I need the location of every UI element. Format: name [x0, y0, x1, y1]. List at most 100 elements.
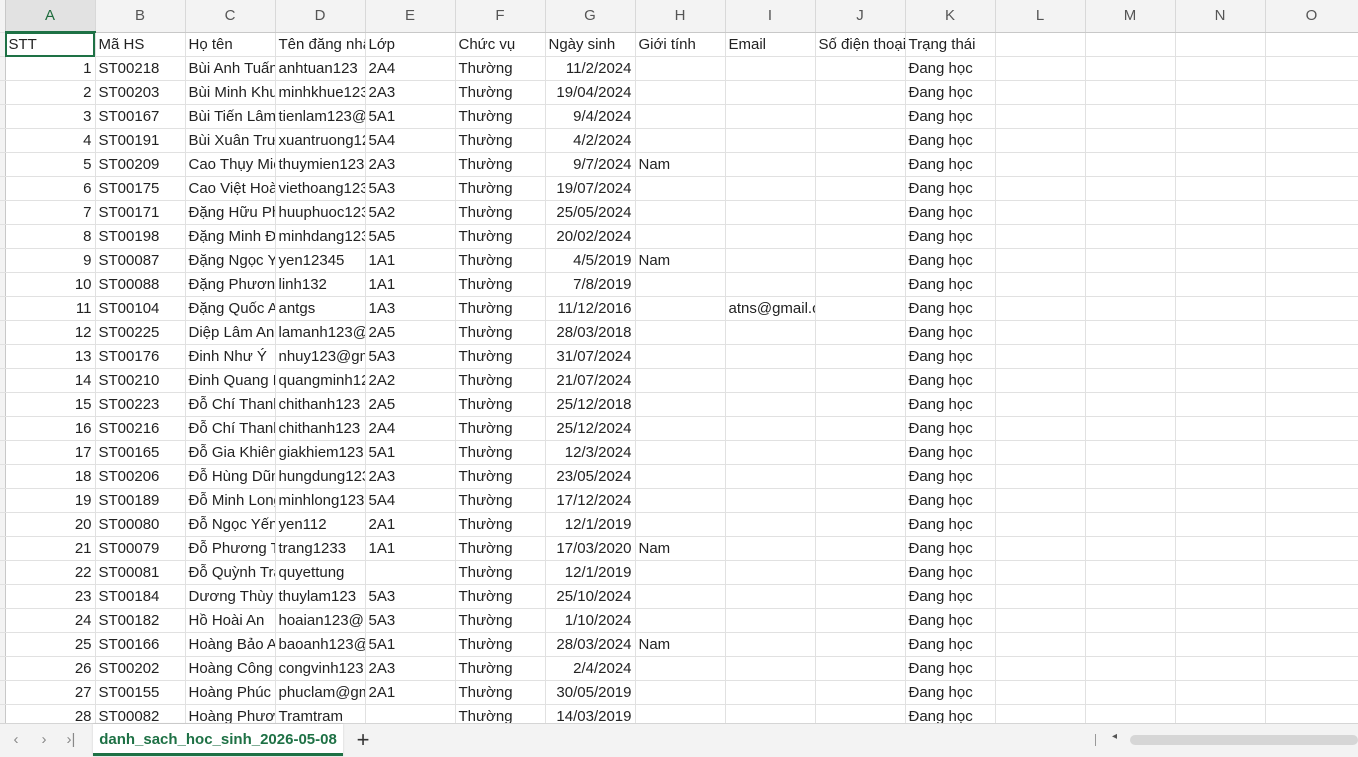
cell[interactable]: yen112 — [275, 512, 366, 537]
cell[interactable]: Đang học — [905, 368, 996, 393]
empty-cell[interactable] — [995, 464, 1086, 489]
cell[interactable] — [815, 176, 906, 201]
cell[interactable]: Thường — [455, 272, 546, 297]
cell[interactable] — [815, 272, 906, 297]
cell[interactable]: 8 — [5, 224, 96, 249]
header-cell[interactable]: Giới tính — [635, 32, 726, 57]
empty-cell[interactable] — [995, 296, 1086, 321]
prev-sheet-icon[interactable]: ‹ — [5, 729, 27, 751]
empty-cell[interactable] — [995, 560, 1086, 585]
header-cell[interactable]: Lớp — [365, 32, 456, 57]
cell[interactable]: minhlong123 — [275, 488, 366, 513]
empty-cell[interactable] — [1085, 224, 1176, 249]
sheet-grid[interactable]: ABCDEFGHIJKLMNO STT Mã HS Họ tên Tên đăng n… — [0, 0, 1358, 723]
cell[interactable]: 9/4/2024 — [545, 104, 636, 129]
empty-cell[interactable] — [1265, 296, 1358, 321]
empty-cell[interactable] — [995, 536, 1086, 561]
empty-cell[interactable] — [1265, 368, 1358, 393]
cell[interactable]: Đang học — [905, 488, 996, 513]
cell[interactable]: ST00171 — [95, 200, 186, 225]
cell[interactable] — [725, 128, 816, 153]
cell[interactable] — [365, 560, 456, 585]
cell[interactable] — [635, 608, 726, 633]
empty-cell[interactable] — [1175, 152, 1266, 177]
cell[interactable]: Đỗ Ngọc Yến — [185, 512, 276, 537]
cell[interactable]: 7 — [5, 200, 96, 225]
cell[interactable] — [815, 632, 906, 657]
empty-cell[interactable] — [1085, 560, 1176, 585]
empty-cell[interactable] — [1265, 536, 1358, 561]
cell[interactable] — [725, 512, 816, 537]
cell[interactable] — [815, 344, 906, 369]
header-cell[interactable]: Trạng thái — [905, 32, 996, 57]
cell[interactable]: lamanh123@ — [275, 320, 366, 345]
cell[interactable] — [635, 584, 726, 609]
cell[interactable]: 2A4 — [365, 56, 456, 81]
cell[interactable]: congvinh123 — [275, 656, 366, 681]
empty-cell[interactable] — [1175, 224, 1266, 249]
empty-cell[interactable] — [1265, 56, 1358, 81]
empty-cell[interactable] — [1085, 104, 1176, 129]
cell[interactable]: Thường — [455, 56, 546, 81]
empty-cell[interactable] — [995, 440, 1086, 465]
empty-cell[interactable] — [1265, 560, 1358, 585]
cell[interactable] — [725, 560, 816, 585]
cell[interactable]: nhuy123@gmail — [275, 344, 366, 369]
empty-cell[interactable] — [995, 176, 1086, 201]
cell[interactable]: ST00218 — [95, 56, 186, 81]
cell[interactable]: Đỗ Hùng Dũng — [185, 464, 276, 489]
empty-cell[interactable] — [1175, 464, 1266, 489]
cell[interactable]: Đang học — [905, 320, 996, 345]
cell[interactable]: 22 — [5, 560, 96, 585]
cell[interactable]: Đang học — [905, 704, 996, 723]
cell[interactable]: Thường — [455, 512, 546, 537]
cell[interactable]: Đỗ Minh Long — [185, 488, 276, 513]
cell[interactable]: 1A1 — [365, 536, 456, 561]
cell[interactable]: viethoang123 — [275, 176, 366, 201]
cell[interactable]: Thường — [455, 152, 546, 177]
cell[interactable] — [635, 464, 726, 489]
cell[interactable]: 1/10/2024 — [545, 608, 636, 633]
cell[interactable]: Đỗ Chí Thanh — [185, 416, 276, 441]
cell[interactable]: 4/2/2024 — [545, 128, 636, 153]
cell[interactable]: 19 — [5, 488, 96, 513]
cell[interactable] — [815, 680, 906, 705]
cell[interactable] — [635, 320, 726, 345]
empty-cell[interactable] — [1265, 584, 1358, 609]
cell[interactable] — [635, 368, 726, 393]
cell[interactable] — [815, 392, 906, 417]
cell[interactable]: Tramtram — [275, 704, 366, 723]
cell[interactable] — [725, 224, 816, 249]
cell[interactable]: 2A4 — [365, 416, 456, 441]
cell[interactable]: Thường — [455, 560, 546, 585]
cell[interactable] — [815, 200, 906, 225]
empty-cell[interactable] — [1265, 608, 1358, 633]
empty-cell[interactable] — [1085, 368, 1176, 393]
cell[interactable]: Thường — [455, 200, 546, 225]
empty-cell[interactable] — [1175, 536, 1266, 561]
empty-cell[interactable] — [995, 80, 1086, 105]
cell[interactable]: Đang học — [905, 584, 996, 609]
cell[interactable]: 5A1 — [365, 632, 456, 657]
cell[interactable] — [815, 152, 906, 177]
empty-cell[interactable] — [1265, 656, 1358, 681]
cell[interactable]: Đang học — [905, 392, 996, 417]
column-header-o[interactable]: O — [1265, 0, 1358, 33]
cell[interactable]: Đang học — [905, 200, 996, 225]
empty-cell[interactable] — [995, 344, 1086, 369]
cell[interactable]: 19/04/2024 — [545, 80, 636, 105]
cell[interactable]: 5A4 — [365, 488, 456, 513]
cell[interactable]: quyettung — [275, 560, 366, 585]
cell[interactable] — [815, 104, 906, 129]
cell[interactable]: ST00216 — [95, 416, 186, 441]
cell[interactable]: Nam — [635, 536, 726, 561]
cell[interactable]: Thường — [455, 344, 546, 369]
cell[interactable] — [815, 296, 906, 321]
cell[interactable] — [815, 656, 906, 681]
empty-cell[interactable] — [1175, 296, 1266, 321]
cell[interactable]: Đang học — [905, 176, 996, 201]
cell[interactable]: antgs — [275, 296, 366, 321]
cell[interactable]: Bùi Anh Tuấn — [185, 56, 276, 81]
empty-cell[interactable] — [1265, 320, 1358, 345]
cell[interactable]: Đang học — [905, 608, 996, 633]
